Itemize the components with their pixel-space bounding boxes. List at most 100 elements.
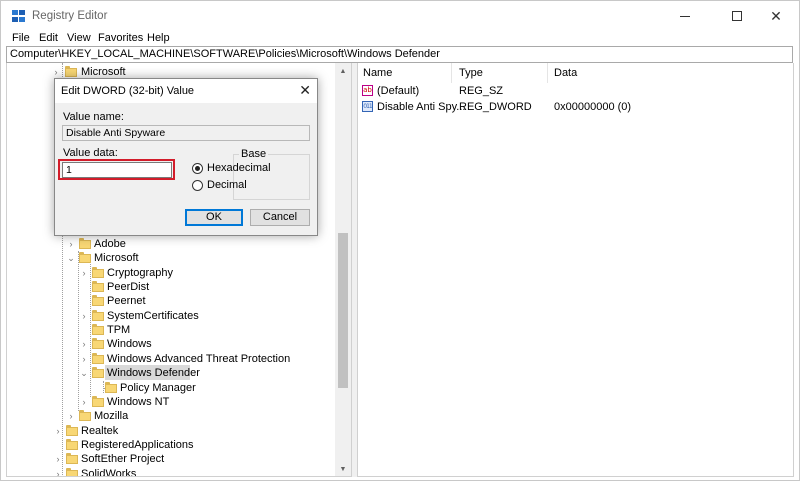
decimal-label[interactable]: Decimal xyxy=(207,179,247,191)
folder-icon xyxy=(92,396,104,408)
close-icon: ✕ xyxy=(770,7,782,24)
registry-editor-window: Registry Editor ✕ File Edit View Favorit… xyxy=(0,0,800,481)
column-header-data[interactable]: Data xyxy=(554,67,577,79)
chevron-right-icon[interactable]: › xyxy=(53,467,63,476)
tree-item-label: Windows xyxy=(107,338,152,350)
chevron-right-icon[interactable]: › xyxy=(66,409,76,423)
base-label: Base xyxy=(239,148,269,160)
chevron-down-icon[interactable]: ⌄ xyxy=(66,251,76,265)
chevron-right-icon[interactable]: › xyxy=(79,309,89,323)
menu-view[interactable]: View xyxy=(67,32,91,44)
column-header-name[interactable]: Name xyxy=(363,67,392,79)
folder-icon xyxy=(66,468,78,476)
tree-item-label: Microsoft xyxy=(81,66,126,78)
menu-help[interactable]: Help xyxy=(147,32,170,44)
value-name-label: Value name: xyxy=(63,111,124,123)
tree-item-tpm[interactable]: TPM xyxy=(7,323,337,337)
cancel-button[interactable]: Cancel xyxy=(250,209,310,226)
chevron-right-icon[interactable]: › xyxy=(79,352,89,366)
tree-item-windows-defender[interactable]: ⌄ Windows Defender xyxy=(7,366,337,380)
tree-item-adobe[interactable]: › Adobe xyxy=(7,237,337,251)
hexadecimal-label[interactable]: Hexadecimal xyxy=(207,162,271,174)
dialog-close-icon[interactable]: ✕ xyxy=(299,82,311,99)
value-data-label: Value data: xyxy=(63,147,118,159)
chevron-right-icon[interactable]: › xyxy=(79,337,89,351)
hexadecimal-radio[interactable] xyxy=(192,163,203,174)
folder-icon xyxy=(66,439,78,451)
tree-item-policy-manager[interactable]: Policy Manager xyxy=(7,381,337,395)
folder-icon xyxy=(92,281,104,293)
menu-favorites[interactable]: Favorites xyxy=(98,32,143,44)
tree-item-softether-project[interactable]: › SoftEther Project xyxy=(7,452,337,466)
minimize-icon xyxy=(680,15,690,17)
chevron-right-icon[interactable]: › xyxy=(53,452,63,466)
folder-icon xyxy=(92,267,104,279)
tree-item-microsoft[interactable]: ⌄ Microsoft xyxy=(7,251,337,265)
minimize-button[interactable] xyxy=(662,1,708,31)
decimal-radio[interactable] xyxy=(192,180,203,191)
tree-item-mozilla[interactable]: › Mozilla xyxy=(7,409,337,423)
column-separator[interactable] xyxy=(547,63,548,83)
tree-item-label: Policy Manager xyxy=(120,382,196,394)
registry-editor-icon xyxy=(12,10,26,23)
tree-item-label: Peernet xyxy=(107,295,146,307)
menu-bar: File Edit View Favorites Help xyxy=(1,31,799,47)
ok-button[interactable]: OK xyxy=(185,209,243,226)
tree-item-solidworks[interactable]: › SolidWorks xyxy=(7,467,337,476)
values-list-pane[interactable]: Name Type Data ab (Default) REG_SZ 011 D… xyxy=(357,63,794,477)
scroll-down-icon[interactable]: ▼ xyxy=(335,461,351,476)
value-type: REG_DWORD xyxy=(459,101,532,113)
scroll-thumb[interactable] xyxy=(338,233,348,388)
column-separator[interactable] xyxy=(451,63,452,83)
folder-icon xyxy=(92,353,104,365)
tree-item-realtek[interactable]: › Realtek xyxy=(7,424,337,438)
window-title: Registry Editor xyxy=(32,10,108,22)
tree-item-spacer xyxy=(92,381,102,395)
tree-item-registeredapplications[interactable]: RegisteredApplications xyxy=(7,438,337,452)
tree-item-microsoft-top[interactable]: › Microsoft xyxy=(7,65,337,79)
chevron-right-icon[interactable]: › xyxy=(66,237,76,251)
tree-vertical-scrollbar[interactable]: ▲ ▼ xyxy=(335,63,351,476)
tree-item-label: Windows NT xyxy=(107,396,170,408)
column-header-type[interactable]: Type xyxy=(459,67,483,79)
chevron-right-icon[interactable]: › xyxy=(53,424,63,438)
dialog-title-bar: Edit DWORD (32-bit) Value ✕ xyxy=(55,79,317,103)
tree-item-spacer xyxy=(53,438,63,452)
chevron-right-icon[interactable]: › xyxy=(79,395,89,409)
menu-edit[interactable]: Edit xyxy=(39,32,58,44)
chevron-right-icon[interactable]: › xyxy=(51,65,61,79)
list-row[interactable]: 011 Disable Anti Spy... REG_DWORD 0x0000… xyxy=(358,99,778,115)
tree-item-label: TPM xyxy=(107,324,131,336)
folder-icon xyxy=(79,410,91,422)
chevron-right-icon[interactable]: › xyxy=(79,266,89,280)
tree-item-spacer xyxy=(79,323,89,337)
value-name: Disable Anti Spy... xyxy=(377,101,466,113)
tree-item-label: Microsoft xyxy=(94,252,139,264)
list-header: Name Type Data xyxy=(358,63,793,83)
edit-dword-dialog: Edit DWORD (32-bit) Value ✕ Value name: … xyxy=(54,78,318,236)
tree-item-windows-advanced-threat-protection[interactable]: › Windows Advanced Threat Protection xyxy=(7,352,337,366)
tree-item-windows-nt[interactable]: › Windows NT xyxy=(7,395,337,409)
title-bar: Registry Editor ✕ xyxy=(1,1,799,31)
folder-icon xyxy=(66,453,78,465)
tree-item-cryptography[interactable]: › Cryptography xyxy=(7,266,337,280)
tree-item-label: Realtek xyxy=(81,425,119,437)
tree-item-windows[interactable]: › Windows xyxy=(7,337,337,351)
list-row[interactable]: ab (Default) REG_SZ xyxy=(358,83,778,99)
chevron-down-icon[interactable]: ⌄ xyxy=(79,366,89,380)
tree-item-peernet[interactable]: Peernet xyxy=(7,294,337,308)
value-data-input[interactable]: 1 xyxy=(62,162,172,178)
tree-item-label: SystemCertificates xyxy=(107,310,199,322)
value-name: (Default) xyxy=(377,85,420,97)
menu-file[interactable]: File xyxy=(12,32,30,44)
binary-value-icon: 011 xyxy=(362,101,373,112)
folder-icon xyxy=(65,66,77,78)
folder-icon xyxy=(92,324,104,336)
tree-item-peerdist[interactable]: PeerDist xyxy=(7,280,337,294)
address-bar[interactable]: Computer\HKEY_LOCAL_MACHINE\SOFTWARE\Pol… xyxy=(6,46,793,63)
value-data: 0x00000000 (0) xyxy=(554,101,632,113)
folder-icon xyxy=(79,252,91,264)
close-button[interactable]: ✕ xyxy=(753,1,799,31)
tree-item-systemcertificates[interactable]: › SystemCertificates xyxy=(7,309,337,323)
scroll-up-icon[interactable]: ▲ xyxy=(335,63,351,79)
